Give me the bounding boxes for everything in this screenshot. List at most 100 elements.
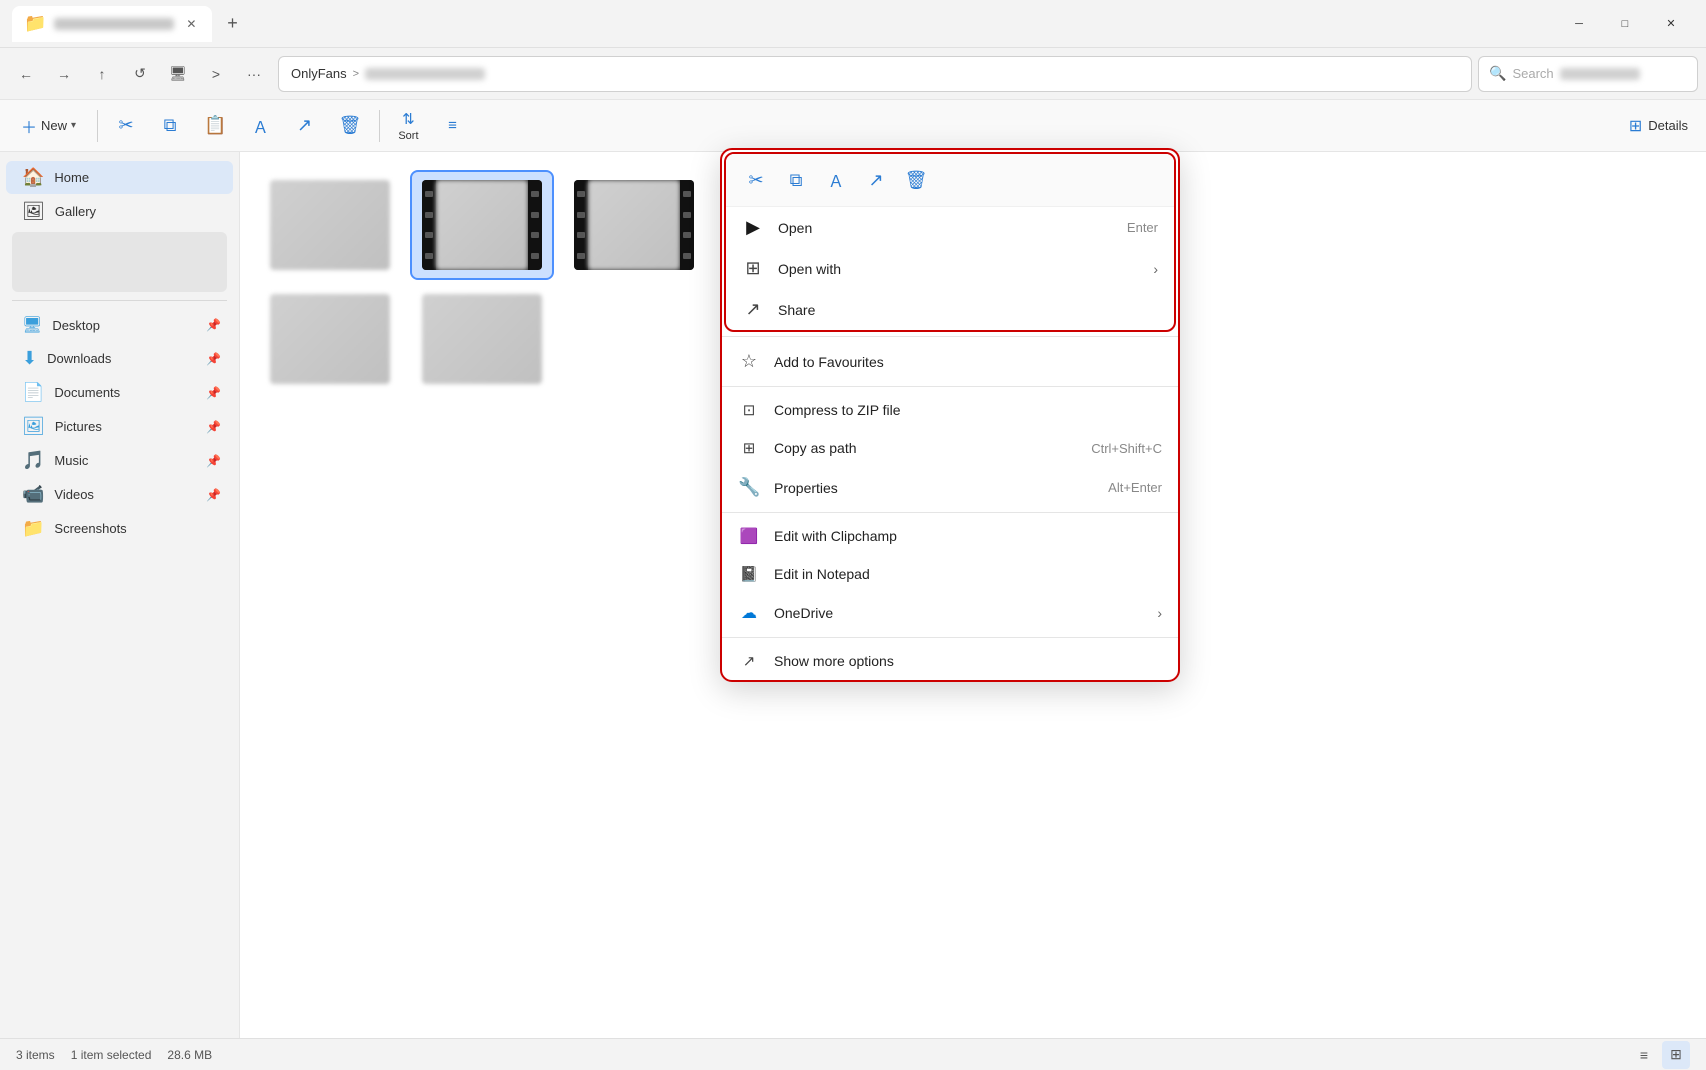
sidebar-item-music[interactable]: 🎵 Music 📌 xyxy=(6,444,233,477)
ctx-onedrive-item[interactable]: ☁ OneDrive › xyxy=(722,593,1178,633)
rename-button[interactable]: Ａ xyxy=(240,104,280,148)
new-tab-button[interactable]: + xyxy=(216,8,248,40)
ctx-copy-button[interactable]: ⧉ xyxy=(778,162,814,198)
film-hole xyxy=(577,232,585,238)
ctx-open-with-label: Open with xyxy=(778,261,1139,277)
downloads-pin-icon: 📌 xyxy=(206,352,221,366)
address-path-blur xyxy=(365,68,485,80)
toolbar-sep-1 xyxy=(97,110,98,142)
file-item-1[interactable] xyxy=(260,172,400,278)
ctx-notepad-item[interactable]: 📓 Edit in Notepad xyxy=(722,555,1178,593)
film-hole xyxy=(531,232,539,238)
paste-button[interactable]: 📋 xyxy=(194,104,236,148)
copy-button[interactable]: ⧉ xyxy=(150,104,190,148)
view-button[interactable]: ≡ xyxy=(433,104,473,148)
film-hole xyxy=(577,191,585,197)
tab-area: 📁 ✕ + xyxy=(12,6,1556,42)
nav-bar: ← → ↑ ↺ 🖥 > ··· OnlyFans > 🔍 Search xyxy=(0,48,1706,100)
sidebar-item-videos[interactable]: 📹 Videos 📌 xyxy=(6,478,233,511)
details-label: Details xyxy=(1648,118,1688,133)
status-bar: 3 items 1 item selected 28.6 MB ≡ ⊞ xyxy=(0,1038,1706,1070)
ctx-share-button[interactable]: ↗ xyxy=(858,162,894,198)
ctx-properties-shortcut: Alt+Enter xyxy=(1108,480,1162,495)
grid-view-button[interactable]: ⊞ xyxy=(1662,1041,1690,1069)
ctx-compress-label: Compress to ZIP file xyxy=(774,402,1162,418)
ctx-separator-3 xyxy=(722,512,1178,513)
status-items-count: 3 items xyxy=(16,1048,55,1062)
delete-button[interactable]: 🗑 xyxy=(328,104,371,148)
rename-icon: Ａ xyxy=(252,114,268,138)
forward-button[interactable]: → xyxy=(46,56,82,92)
more-nav-button[interactable]: ··· xyxy=(236,56,272,92)
ctx-more-options-icon: ↗ xyxy=(738,652,760,670)
film-content-3 xyxy=(588,180,680,270)
file-item-2[interactable] xyxy=(412,172,552,278)
sidebar-item-home[interactable]: 🏠 Home xyxy=(6,161,233,194)
sidebar-item-documents[interactable]: 📄 Documents 📌 xyxy=(6,376,233,409)
ctx-open-icon: ▶ xyxy=(742,217,764,238)
ctx-rename-button[interactable]: Ａ xyxy=(818,162,854,198)
sidebar-screenshots-label: Screenshots xyxy=(54,521,221,536)
cut-button[interactable]: ✂ xyxy=(106,104,146,148)
refresh-button[interactable]: ↺ xyxy=(122,56,158,92)
back-button[interactable]: ← xyxy=(8,56,44,92)
close-button[interactable]: ✕ xyxy=(1648,8,1694,40)
ctx-open-with-item[interactable]: ⊞ Open with › xyxy=(726,248,1174,289)
sort-button[interactable]: ⇅ Sort xyxy=(388,104,428,148)
ctx-notepad-label: Edit in Notepad xyxy=(774,566,1162,582)
details-button[interactable]: ⊞ Details xyxy=(1619,108,1698,144)
ctx-add-fav-item[interactable]: ☆ Add to Favourites xyxy=(722,341,1178,382)
share-button[interactable]: ↗ xyxy=(284,104,324,148)
desktop-icon: 🖥 xyxy=(22,315,42,335)
ctx-more-options-item[interactable]: ↗ Show more options xyxy=(722,642,1178,680)
sidebar-item-gallery[interactable]: 🖼 Gallery xyxy=(6,195,233,228)
expand-button[interactable]: > xyxy=(198,56,234,92)
sidebar-item-downloads[interactable]: ⬇ Downloads 📌 xyxy=(6,342,233,375)
ctx-notepad-icon: 📓 xyxy=(738,565,760,583)
minimize-button[interactable]: ─ xyxy=(1556,8,1602,40)
ctx-compress-item[interactable]: ⊡ Compress to ZIP file xyxy=(722,391,1178,429)
film-hole xyxy=(577,212,585,218)
tab-close-button[interactable]: ✕ xyxy=(182,15,200,33)
up-button[interactable]: ↑ xyxy=(84,56,120,92)
file-item-5[interactable] xyxy=(412,286,552,392)
ctx-more-options-label: Show more options xyxy=(774,653,1162,669)
toolbar: ＋ New ▾ ✂ ⧉ 📋 Ａ ↗ 🗑 ⇅ Sort ≡ ⊞ Details xyxy=(0,100,1706,152)
film-hole xyxy=(683,212,691,218)
file-thumbnail-1 xyxy=(270,180,390,270)
film-hole xyxy=(683,253,691,259)
sidebar-pictures-label: Pictures xyxy=(55,419,196,434)
file-item-3[interactable] xyxy=(564,172,704,278)
videos-pin-icon: 📌 xyxy=(206,488,221,502)
delete-icon: 🗑 xyxy=(338,115,361,136)
file-item-4[interactable] xyxy=(260,286,400,392)
ctx-clipchamp-item[interactable]: 🟪 Edit with Clipchamp xyxy=(722,517,1178,555)
ctx-copy-path-label: Copy as path xyxy=(774,440,1077,456)
documents-pin-icon: 📌 xyxy=(206,386,221,400)
computer-button[interactable]: 🖥 xyxy=(160,56,196,92)
search-bar[interactable]: 🔍 Search xyxy=(1478,56,1698,92)
ctx-open-item[interactable]: ▶ Open Enter xyxy=(726,207,1174,248)
ctx-share-item[interactable]: ↗ Share xyxy=(726,289,1174,330)
ctx-cut-button[interactable]: ✂ xyxy=(738,162,774,198)
search-blur xyxy=(1560,68,1640,80)
tab-active[interactable]: 📁 ✕ xyxy=(12,6,212,42)
music-pin-icon: 📌 xyxy=(206,454,221,468)
videos-icon: 📹 xyxy=(22,484,44,505)
film-hole xyxy=(425,253,433,259)
sidebar-item-screenshots[interactable]: 📁 Screenshots xyxy=(6,512,233,545)
ctx-properties-item[interactable]: 🔧 Properties Alt+Enter xyxy=(722,467,1178,508)
film-hole xyxy=(683,191,691,197)
ctx-copy-path-item[interactable]: ⊞ Copy as path Ctrl+Shift+C xyxy=(722,429,1178,467)
sidebar-item-pictures[interactable]: 🖼 Pictures 📌 xyxy=(6,410,233,443)
film-strip-right xyxy=(528,180,542,270)
ctx-delete-button[interactable]: 🗑 xyxy=(898,162,934,198)
sidebar-item-desktop[interactable]: 🖥 Desktop 📌 xyxy=(6,309,233,341)
file-thumbnail-5 xyxy=(422,294,542,384)
film-hole xyxy=(531,212,539,218)
film-strip-right-3 xyxy=(680,180,694,270)
address-bar[interactable]: OnlyFans > xyxy=(278,56,1472,92)
list-view-button[interactable]: ≡ xyxy=(1630,1041,1658,1069)
new-button[interactable]: ＋ New ▾ xyxy=(8,108,89,144)
maximize-button[interactable]: □ xyxy=(1602,8,1648,40)
